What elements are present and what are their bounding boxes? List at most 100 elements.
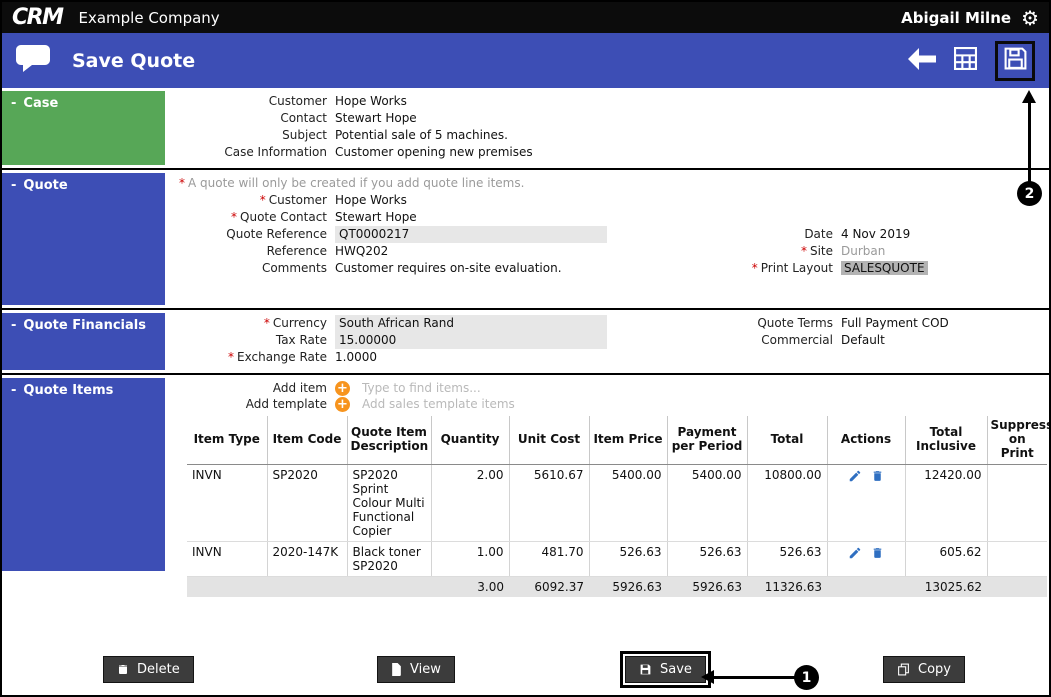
totals-item-price: 5926.63 bbox=[589, 577, 667, 598]
currency-field: South African Rand bbox=[335, 315, 607, 332]
cell-description: Black toner SP2020 bbox=[347, 542, 431, 577]
field-reference: Reference HWQ202 bbox=[173, 243, 651, 260]
quote-items-content: Add item + Add template + Item Type Item… bbox=[165, 375, 1051, 574]
annotation-step-1-badge: 1 bbox=[794, 665, 819, 690]
col-suppress-on-print: Suppress on Print bbox=[987, 416, 1047, 465]
required-marker: * bbox=[228, 350, 234, 364]
add-item-plus-icon[interactable]: + bbox=[335, 381, 350, 396]
col-description: Quote Item Description bbox=[347, 416, 431, 465]
copy-button-label: Copy bbox=[918, 662, 951, 677]
totals-quantity: 3.00 bbox=[431, 577, 509, 598]
sidebar-quote[interactable]: -Quote bbox=[2, 173, 165, 305]
totals-total-inclusive: 13025.62 bbox=[905, 577, 987, 598]
field-customer: Customer Hope Works bbox=[173, 93, 1043, 110]
top-bar: CRM Example Company Abigail Milne ⚙ bbox=[2, 2, 1049, 33]
field-site: *Site Durban bbox=[651, 243, 1043, 260]
field-quote-reference: Quote Reference QT0000217 bbox=[173, 226, 651, 243]
col-quantity: Quantity bbox=[431, 416, 509, 465]
save-button-label: Save bbox=[660, 662, 692, 677]
financials-right-column: Quote Terms Full Payment COD Commercial … bbox=[651, 315, 1043, 366]
field-currency: *Currency South African Rand bbox=[173, 315, 651, 332]
field-tax-rate: Tax Rate 15.00000 bbox=[173, 332, 651, 349]
quote-financials-section: -Quote Financials *Currency South Africa… bbox=[2, 310, 1049, 373]
print-layout-select[interactable]: SALESQUOTE bbox=[841, 261, 928, 275]
grid-icon[interactable] bbox=[954, 47, 977, 74]
copy-button[interactable]: Copy bbox=[883, 656, 965, 683]
company-name: Example Company bbox=[78, 9, 219, 27]
quote-notice: *A quote will only be created if you add… bbox=[173, 175, 1043, 192]
add-template-input[interactable] bbox=[362, 397, 602, 412]
sidebar-quote-financials[interactable]: -Quote Financials bbox=[2, 313, 165, 370]
field-value: Stewart Hope bbox=[335, 110, 417, 127]
save-button[interactable]: Save bbox=[625, 656, 706, 683]
field-label: Currency bbox=[273, 316, 327, 330]
field-value: Hope Works bbox=[335, 192, 407, 209]
required-marker: * bbox=[231, 210, 237, 224]
sidebar-quote-financials-label: Quote Financials bbox=[23, 318, 146, 333]
field-comments: Comments Customer requires on-site evalu… bbox=[173, 260, 651, 277]
field-contact: Contact Stewart Hope bbox=[173, 110, 1043, 127]
field-value: Stewart Hope bbox=[335, 209, 417, 226]
cell-actions bbox=[827, 465, 905, 542]
quote-content: *A quote will only be created if you add… bbox=[165, 170, 1049, 308]
cell-total: 526.63 bbox=[747, 542, 827, 577]
cell-total-inclusive: 12420.00 bbox=[905, 465, 987, 542]
cell-unit-cost: 5610.67 bbox=[509, 465, 589, 542]
appbar-actions bbox=[908, 41, 1035, 81]
save-icon[interactable] bbox=[1003, 46, 1028, 75]
col-unit-cost: Unit Cost bbox=[509, 416, 589, 465]
field-label: Tax Rate bbox=[173, 332, 335, 349]
sidebar-case-label: Case bbox=[23, 96, 58, 111]
field-value: Hope Works bbox=[335, 93, 407, 110]
edit-pencil-icon[interactable] bbox=[845, 468, 865, 482]
table-row: INVN 2020-147K Black toner SP2020 1.00 4… bbox=[187, 542, 1047, 577]
totals-payment-per-period: 5926.63 bbox=[667, 577, 747, 598]
quote-financials-content: *Currency South African Rand Tax Rate 15… bbox=[165, 310, 1049, 373]
totals-unit-cost: 6092.37 bbox=[509, 577, 589, 598]
field-value: Default bbox=[841, 332, 885, 349]
col-payment-per-period: Payment per Period bbox=[667, 416, 747, 465]
delete-trash-icon[interactable] bbox=[868, 545, 887, 559]
sidebar-quote-items[interactable]: -Quote Items bbox=[2, 378, 165, 571]
collapse-icon[interactable]: - bbox=[11, 383, 16, 398]
save-button-highlight-box: Save bbox=[620, 651, 711, 688]
edit-pencil-icon[interactable] bbox=[845, 545, 865, 559]
back-arrow-icon[interactable] bbox=[908, 48, 936, 74]
annotation-arrow-2-line bbox=[1028, 102, 1031, 182]
collapse-icon[interactable]: - bbox=[11, 96, 16, 111]
sidebar-quote-items-label: Quote Items bbox=[23, 383, 113, 398]
find-items-input[interactable] bbox=[362, 381, 602, 396]
field-label: Reference bbox=[173, 243, 335, 260]
field-value: 4 Nov 2019 bbox=[841, 226, 910, 243]
field-label: Subject bbox=[173, 127, 335, 144]
tax-rate-field: 15.00000 bbox=[335, 332, 607, 349]
sidebar-quote-label: Quote bbox=[23, 178, 67, 193]
field-value: Customer opening new premises bbox=[335, 144, 533, 161]
cell-total-inclusive: 605.62 bbox=[905, 542, 987, 577]
annotation-step-2-badge: 2 bbox=[1017, 181, 1042, 206]
gear-icon[interactable]: ⚙ bbox=[1021, 8, 1039, 28]
collapse-icon[interactable]: - bbox=[11, 318, 16, 333]
quote-right-column: Date 4 Nov 2019 *Site Durban *Print Layo… bbox=[651, 192, 1043, 277]
field-commercial: Commercial Default bbox=[651, 332, 1043, 349]
view-button[interactable]: View bbox=[377, 656, 455, 683]
case-content: Customer Hope Works Contact Stewart Hope… bbox=[165, 88, 1049, 168]
save-icon-highlight-box bbox=[995, 41, 1035, 81]
field-quote-customer: *Customer Hope Works bbox=[173, 192, 651, 209]
field-case-information: Case Information Customer opening new pr… bbox=[173, 144, 1043, 161]
field-print-layout: *Print Layout SALESQUOTE bbox=[651, 260, 1043, 277]
delete-button[interactable]: Delete bbox=[103, 656, 194, 683]
sidebar-case[interactable]: -Case bbox=[2, 91, 165, 165]
collapse-icon[interactable]: - bbox=[11, 178, 16, 193]
cell-description: SP2020 Sprint Colour Multi Functional Co… bbox=[347, 465, 431, 542]
delete-trash-icon[interactable] bbox=[868, 468, 887, 482]
field-quote-contact: *Quote Contact Stewart Hope bbox=[173, 209, 651, 226]
cell-total: 10800.00 bbox=[747, 465, 827, 542]
field-value: Customer requires on-site evaluation. bbox=[335, 260, 562, 277]
table-header-row: Item Type Item Code Quote Item Descripti… bbox=[187, 416, 1047, 465]
cell-actions bbox=[827, 542, 905, 577]
add-template-plus-icon[interactable]: + bbox=[335, 397, 350, 412]
totals-row: 3.00 6092.37 5926.63 5926.63 11326.63 13… bbox=[187, 577, 1047, 598]
field-label: Customer bbox=[269, 193, 327, 207]
add-template-label: Add template bbox=[173, 397, 335, 412]
